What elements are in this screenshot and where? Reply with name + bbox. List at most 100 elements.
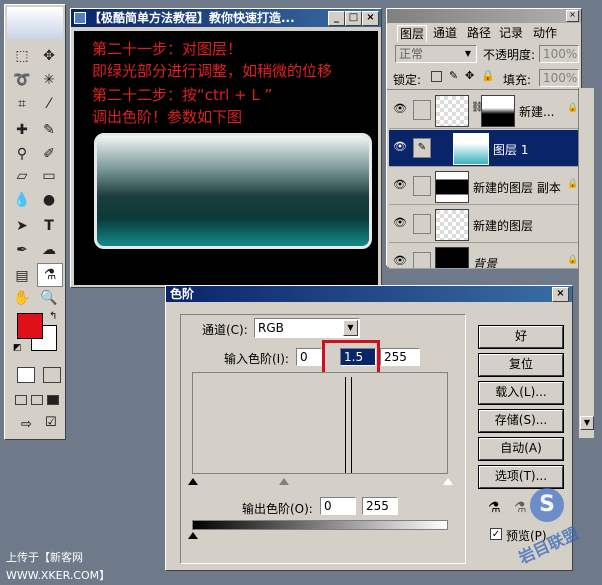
layer-row[interactable]: 👁 新建的图层	[389, 206, 579, 243]
output-white-field[interactable]: 255	[362, 497, 398, 515]
eye-icon[interactable]: 👁	[392, 140, 408, 154]
lasso-tool-icon[interactable]: ➰	[10, 69, 34, 91]
history-brush-tool-icon[interactable]: ✐	[37, 143, 61, 165]
crop-tool-icon[interactable]: ⌗	[10, 93, 34, 115]
shape-tool-icon[interactable]: ☁	[37, 239, 61, 261]
toolbox-panel: ⬚ ✥ ➰ ✳ ⌗ ⁄ ✚ ✎ ⚲ ✐ ▱ ▭ 💧 ● ➤ T ✒ ☁ ▤ ⚗ …	[4, 4, 66, 440]
save-button[interactable]: 存储(S)...	[478, 409, 564, 433]
panel-titlebar: ×	[387, 9, 581, 23]
load-button[interactable]: 载入(L)...	[478, 381, 564, 405]
output-black-field[interactable]: 0	[320, 497, 356, 515]
jump-to-imageready-icon[interactable]: ⇨	[21, 417, 32, 432]
layer-link-box[interactable]	[413, 214, 431, 234]
output-black-slider[interactable]	[188, 532, 198, 539]
input-black-field[interactable]: 0	[296, 348, 322, 366]
minimize-button[interactable]: _	[328, 11, 345, 26]
input-black-slider[interactable]	[188, 478, 198, 485]
notes-tool-icon[interactable]: ▤	[10, 265, 34, 287]
eye-icon[interactable]: 👁	[392, 178, 408, 192]
layer-row-selected[interactable]: 👁 ✎ 图层 1	[389, 130, 579, 167]
pen-tool-icon[interactable]: ✒	[10, 239, 34, 261]
lock-move-icon[interactable]: ✥	[465, 69, 474, 82]
eye-icon[interactable]: 👁	[392, 216, 408, 230]
swap-colors-icon[interactable]: ↰	[49, 311, 57, 322]
tab-history[interactable]: 记录	[497, 25, 525, 41]
zoom-tool-icon[interactable]: 🔍	[37, 287, 61, 309]
chevron-down-icon[interactable]: ▼	[343, 320, 358, 336]
default-colors-icon[interactable]: ◩	[13, 343, 22, 353]
layer-name: 新建...	[519, 105, 555, 119]
gradient-tool-icon[interactable]: ▭	[37, 165, 61, 187]
brush-icon[interactable]: ✎	[413, 138, 431, 158]
input-white-slider[interactable]	[443, 478, 453, 485]
document-canvas[interactable]: 第二十一步：对图层！ 即绿光部分进行调整，如稍微的位移 第二十二步：按“ctrl…	[74, 31, 378, 285]
marquee-tool-icon[interactable]: ⬚	[10, 45, 34, 67]
levels-close-button[interactable]: ×	[552, 287, 569, 302]
checkbox-icon[interactable]: ☑	[45, 415, 57, 430]
move-tool-icon[interactable]: ✥	[37, 45, 61, 67]
hand-tool-icon[interactable]: ✋	[10, 287, 34, 309]
stamp-tool-icon[interactable]: ⚲	[10, 143, 34, 165]
panel-close-button[interactable]: ×	[566, 10, 579, 22]
layer-thumbnail	[435, 171, 469, 203]
layer-row[interactable]: 👁 新建的图层 副本 🔒	[389, 168, 579, 205]
opacity-input[interactable]: 100%	[539, 45, 579, 63]
layer-row[interactable]: 👁 背景 🔒	[389, 244, 579, 269]
input-white-field[interactable]: 255	[380, 348, 420, 366]
tab-paths[interactable]: 路径	[465, 25, 493, 41]
layer-row[interactable]: 👁 ⛓ 新建... 🔒	[389, 92, 579, 129]
layer-thumbnail	[453, 133, 489, 165]
fill-input[interactable]: 100%	[539, 69, 579, 87]
layer-link-box[interactable]	[413, 100, 431, 120]
screen-mode-standard-icon[interactable]	[15, 395, 27, 405]
layer-thumbnail	[435, 247, 469, 268]
levels-title: 色阶	[170, 287, 195, 301]
layer-link-box[interactable]	[413, 176, 431, 196]
brush-tool-icon[interactable]: ✎	[37, 119, 61, 141]
channel-label: 通道(C):	[202, 323, 248, 337]
eye-icon[interactable]: 👁	[392, 254, 408, 268]
maximize-button[interactable]: □	[345, 11, 362, 26]
upload-caption: 上传于【新客网 WWW.XKER.COM】	[6, 551, 111, 582]
healing-brush-tool-icon[interactable]: ✚	[10, 119, 34, 141]
layers-scrollbar[interactable]: ▼	[578, 88, 594, 438]
black-eyedropper-icon[interactable]: ⚗	[488, 500, 501, 516]
output-levels-label: 输出色阶(O):	[242, 502, 313, 516]
layer-thumbnail	[435, 209, 469, 241]
auto-button[interactable]: 自动(A)	[478, 437, 564, 461]
lock-icon: 🔒	[567, 255, 579, 265]
lock-brush-icon[interactable]: ✎	[449, 69, 458, 82]
type-tool-icon[interactable]: T	[37, 215, 61, 237]
magic-wand-tool-icon[interactable]: ✳	[37, 69, 61, 91]
dodge-tool-icon[interactable]: ●	[37, 189, 61, 211]
eye-icon[interactable]: 👁	[392, 102, 408, 116]
logo-text: 岩目联盟	[515, 523, 582, 568]
app-icon	[74, 12, 86, 24]
close-button[interactable]: ×	[362, 11, 379, 26]
layers-panel: × 图层 通道 路径 记录 动作 正常 ▼ 不透明度: 100% 锁定: ✎ ✥…	[386, 8, 582, 269]
blur-tool-icon[interactable]: 💧	[10, 189, 34, 211]
foreground-color-swatch[interactable]	[17, 313, 43, 339]
standard-mode-icon[interactable]	[17, 367, 35, 383]
tab-layers[interactable]: 图层	[397, 25, 428, 42]
input-gamma-slider[interactable]	[279, 478, 289, 485]
lock-all-icon[interactable]: 🔒	[481, 69, 495, 82]
reset-button[interactable]: 复位	[478, 353, 564, 377]
path-select-tool-icon[interactable]: ➤	[10, 215, 34, 237]
tab-actions[interactable]: 动作	[531, 25, 559, 41]
input-levels-label: 输入色阶(I):	[224, 352, 289, 366]
ok-button[interactable]: 好	[478, 325, 564, 349]
screen-mode-full-menu-icon[interactable]	[31, 395, 43, 405]
layer-link-box[interactable]	[413, 252, 431, 268]
quick-mask-icon[interactable]	[43, 367, 61, 383]
slice-tool-icon[interactable]: ⁄	[37, 93, 61, 115]
logo-s-icon: S	[530, 488, 564, 522]
scroll-down-arrow-icon[interactable]: ▼	[580, 416, 594, 430]
eraser-tool-icon[interactable]: ▱	[10, 165, 34, 187]
lock-transparent-icon[interactable]	[431, 71, 442, 82]
eyedropper-tool-icon[interactable]: ⚗	[37, 263, 63, 287]
screen-mode-full-icon[interactable]	[47, 395, 59, 405]
tab-channels[interactable]: 通道	[431, 25, 459, 41]
lock-label: 锁定:	[393, 73, 422, 87]
layer-name: 新建的图层	[473, 219, 534, 233]
